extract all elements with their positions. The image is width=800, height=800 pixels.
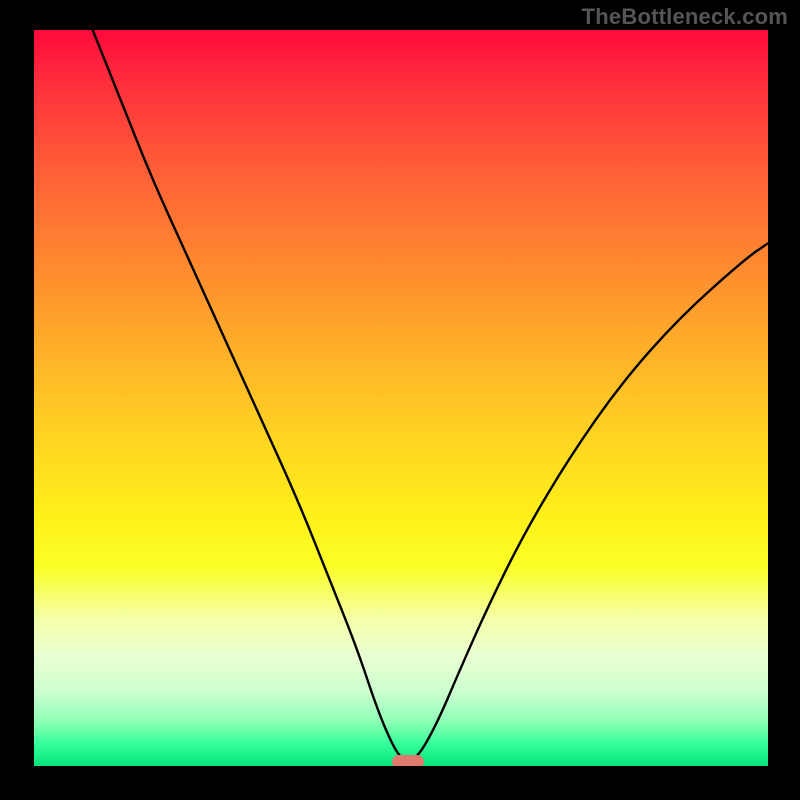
chart-stage: TheBottleneck.com bbox=[0, 0, 800, 800]
plot-area bbox=[34, 30, 768, 766]
bottleneck-curve bbox=[34, 30, 768, 766]
minimum-marker bbox=[392, 755, 424, 766]
watermark-text: TheBottleneck.com bbox=[582, 4, 788, 30]
